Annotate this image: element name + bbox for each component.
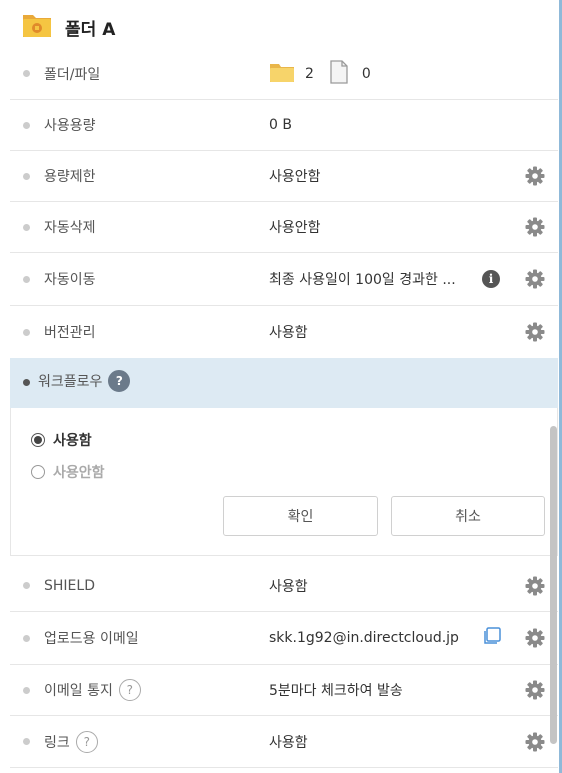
row-label: 자동삭제 xyxy=(44,220,96,236)
row-quota: 용량제한 사용안함 xyxy=(10,151,558,202)
row-value: 사용안함 xyxy=(269,169,321,185)
email-notify-settings-gear-icon[interactable] xyxy=(524,679,546,701)
row-label: 업로드용 이메일 xyxy=(44,631,139,647)
row-bullet xyxy=(23,634,30,642)
upload-email-settings-gear-icon[interactable] xyxy=(524,627,546,649)
option-off-label: 사용안함 xyxy=(53,465,105,481)
row-value: 2 0 xyxy=(269,59,371,88)
folder-count: 2 xyxy=(305,65,314,82)
row-bullet xyxy=(23,275,30,283)
workflow-help-icon[interactable]: ? xyxy=(108,370,131,392)
row-bullet xyxy=(23,686,30,694)
row-label: 사용용량 xyxy=(44,118,96,134)
row-label: 용량제한 xyxy=(44,169,96,185)
workflow-label: 워크플로우 ? xyxy=(38,370,131,392)
workflow-settings: 사용함 사용안함 확인 취소 xyxy=(10,408,558,556)
row-label: 버전관리 xyxy=(44,325,96,341)
row-value: 사용안함 xyxy=(269,220,321,236)
panel-header: 폴더 A xyxy=(22,10,115,44)
radio-off[interactable] xyxy=(31,465,45,479)
copy-icon[interactable] xyxy=(482,627,502,649)
row-label: 폴더/파일 xyxy=(44,66,101,83)
row-value: 0 B xyxy=(269,117,292,133)
workflow-header: 워크플로우 ? xyxy=(10,358,558,408)
folder-count-icon xyxy=(269,61,295,87)
row-value: 5분마다 체크하여 발송 xyxy=(269,683,403,699)
file-count: 0 xyxy=(361,65,371,82)
email-notify-help-icon[interactable]: ? xyxy=(118,679,141,701)
row-value: 사용함 xyxy=(269,734,308,751)
auto-delete-settings-gear-icon[interactable] xyxy=(524,216,546,238)
vertical-scrollbar[interactable] xyxy=(550,426,557,744)
row-upload-email: 업로드용 이메일 skk.1g92@in.directcloud.jp xyxy=(10,612,558,665)
shield-settings-gear-icon[interactable] xyxy=(524,575,546,597)
row-label-text: 링크 xyxy=(44,734,70,751)
workflow-option-on[interactable]: 사용함 xyxy=(31,430,92,450)
row-label: 자동이동 xyxy=(44,272,96,288)
versioning-settings-gear-icon[interactable] xyxy=(524,321,546,343)
info-icon[interactable]: i xyxy=(482,270,500,288)
option-on-label: 사용함 xyxy=(53,433,92,449)
file-count-icon xyxy=(330,59,348,88)
row-label: 링크 ? xyxy=(44,730,98,753)
radio-on[interactable] xyxy=(31,433,45,447)
row-auto-delete: 자동삭제 사용안함 xyxy=(10,202,558,253)
row-usage: 사용용량 0 B xyxy=(10,100,558,151)
row-bullet xyxy=(23,379,30,386)
row-versioning: 버전관리 사용함 xyxy=(10,306,558,358)
row-shield: SHIELD 사용함 xyxy=(10,560,558,612)
workflow-option-off[interactable]: 사용안함 xyxy=(31,462,105,482)
link-settings-gear-icon[interactable] xyxy=(524,731,546,753)
row-label: 이메일 통지 ? xyxy=(44,679,141,701)
folder-title: 폴더 A xyxy=(65,19,116,40)
row-bullet xyxy=(23,738,30,745)
folder-properties-panel: 폴더 A 폴더/파일 2 0 사용용량 0 B 용량제한 사용안함 자동삭제 사… xyxy=(0,0,562,773)
row-bullet xyxy=(23,223,30,231)
cancel-button[interactable]: 취소 xyxy=(391,496,545,536)
row-label: SHIELD xyxy=(44,577,95,594)
folder-icon xyxy=(22,11,52,43)
row-auto-move: 자동이동 최종 사용일이 100일 경과한 ... i xyxy=(10,253,558,306)
row-value: 최종 사용일이 100일 경과한 ... xyxy=(269,272,456,288)
row-folder-files: 폴더/파일 2 0 xyxy=(10,48,558,100)
row-email-notification: 이메일 통지 ? 5분마다 체크하여 발송 xyxy=(10,665,558,716)
row-bullet xyxy=(23,70,30,77)
row-value: 사용함 xyxy=(269,325,308,341)
row-value: skk.1g92@in.directcloud.jp xyxy=(269,630,459,646)
link-help-icon[interactable]: ? xyxy=(75,730,98,753)
row-bullet xyxy=(23,172,30,180)
quota-settings-gear-icon[interactable] xyxy=(524,165,546,187)
workflow-label-text: 워크플로우 xyxy=(38,374,103,390)
confirm-button[interactable]: 확인 xyxy=(223,496,378,536)
row-bullet xyxy=(23,121,30,129)
row-bullet xyxy=(23,328,30,336)
row-link: 링크 ? 사용함 xyxy=(10,716,558,768)
row-label-text: 이메일 통지 xyxy=(44,683,113,699)
row-bullet xyxy=(23,582,30,589)
row-value: 사용함 xyxy=(269,578,308,595)
auto-move-settings-gear-icon[interactable] xyxy=(524,268,546,290)
